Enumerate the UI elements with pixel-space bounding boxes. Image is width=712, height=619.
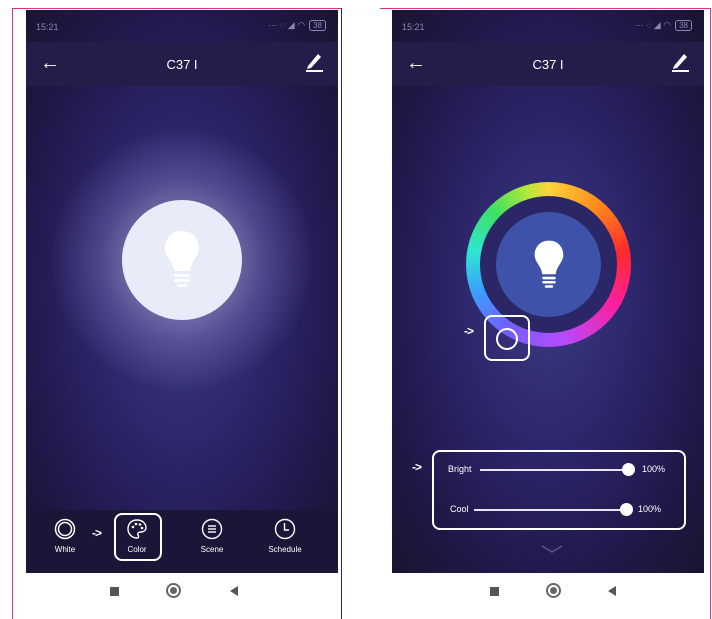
back-button[interactable]	[230, 586, 238, 596]
signal-icon: ··· ◌ ◢ ◠	[268, 20, 306, 30]
cool-track[interactable]	[474, 509, 626, 511]
android-nav-bar	[26, 573, 338, 610]
tab-scene-label: Scene	[200, 545, 224, 554]
home-button[interactable]	[546, 583, 561, 598]
battery-icon: 38	[675, 20, 692, 31]
cool-slider[interactable]: Cool 100%	[392, 500, 704, 520]
status-bar: 15:21 ··· ◌ ◢ ◠ 38	[392, 10, 704, 42]
back-button[interactable]	[608, 586, 616, 596]
cool-value: 100%	[638, 504, 662, 514]
bright-value: 100%	[642, 464, 666, 474]
status-time: 15:21	[402, 22, 425, 32]
recents-button[interactable]	[490, 587, 499, 596]
picker-highlight	[484, 315, 530, 361]
right-screen: 15:21 ··· ◌ ◢ ◠ 38 ← C37 I -> -> Bright …	[392, 10, 704, 573]
right-phone: 15:21 ··· ◌ ◢ ◠ 38 ← C37 I -> -> Bright …	[392, 10, 704, 610]
tab-schedule-label: Schedule	[268, 545, 302, 554]
frame-line-mid	[341, 8, 342, 619]
white-ring-icon	[54, 518, 76, 540]
edit-pencil-icon[interactable]	[304, 50, 324, 77]
bulb-icon	[165, 231, 199, 287]
home-button[interactable]	[166, 583, 181, 598]
tab-white[interactable]: White	[30, 518, 100, 554]
clock-icon	[274, 518, 296, 540]
bulb-toggle[interactable]	[122, 200, 242, 320]
bright-knob[interactable]	[622, 463, 635, 476]
picker-arrow: ->	[464, 324, 474, 338]
edit-pencil-icon[interactable]	[670, 50, 690, 77]
bulb-icon	[534, 240, 563, 288]
color-tab-highlight	[114, 513, 162, 561]
tab-white-label: White	[54, 545, 76, 554]
frame-line-left	[12, 8, 13, 619]
status-icons: ··· ◌ ◢ ◠ 38	[268, 20, 326, 31]
device-title: C37 I	[166, 57, 198, 72]
left-phone: 15:21 ··· ◌ ◢ ◠ 38 ← C37 I White Color S…	[26, 10, 338, 610]
android-nav-bar	[392, 573, 704, 610]
screenshot-page: 15:21 ··· ◌ ◢ ◠ 38 ← C37 I White Color S…	[0, 0, 712, 619]
left-screen: 15:21 ··· ◌ ◢ ◠ 38 ← C37 I White Color S…	[26, 10, 338, 573]
chevron-down-icon[interactable]	[540, 544, 564, 554]
tab-scene[interactable]: Scene	[177, 518, 247, 554]
frame-line-right	[710, 8, 711, 619]
signal-icon: ··· ◌ ◢ ◠	[634, 20, 672, 30]
battery-icon: 38	[309, 20, 326, 31]
cool-knob[interactable]	[620, 503, 633, 516]
status-bar: 15:21 ··· ◌ ◢ ◠ 38	[26, 10, 338, 42]
bottom-tab-bar: White Color Scene Schedule	[26, 510, 338, 573]
cool-label: Cool	[450, 504, 469, 514]
app-bar: ← C37 I	[26, 42, 338, 86]
device-title: C37 I	[532, 57, 564, 72]
tab-schedule[interactable]: Schedule	[250, 518, 320, 554]
frame-line-left-top	[12, 8, 342, 9]
scene-list-icon	[201, 518, 223, 540]
status-icons: ··· ◌ ◢ ◠ 38	[634, 20, 692, 31]
app-bar: ← C37 I	[392, 42, 704, 86]
bright-track[interactable]	[480, 469, 628, 471]
recents-button[interactable]	[110, 587, 119, 596]
status-time: 15:21	[36, 22, 59, 32]
bright-slider[interactable]: Bright 100%	[392, 460, 704, 480]
bright-label: Bright	[448, 464, 472, 474]
frame-line-right-top	[380, 8, 710, 9]
color-tab-arrow: ->	[92, 526, 102, 540]
bulb-toggle[interactable]	[496, 212, 601, 317]
